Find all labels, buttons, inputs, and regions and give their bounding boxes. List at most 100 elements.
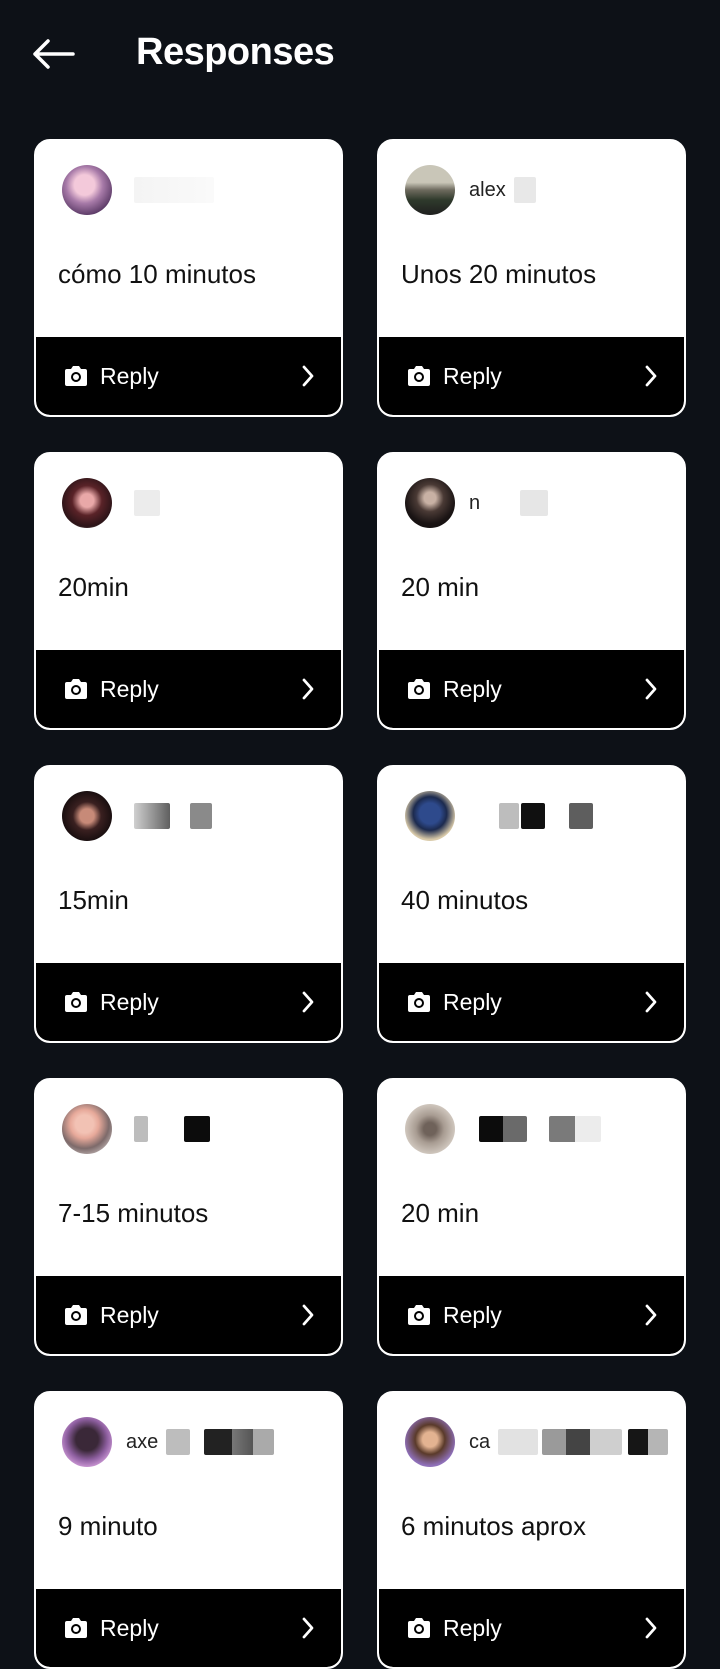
username[interactable]: axe [126, 1427, 275, 1457]
camera-icon [405, 1616, 433, 1640]
reply-label: Reply [443, 362, 502, 389]
response-author [405, 1102, 601, 1156]
redacted-name [549, 1116, 601, 1142]
response-card[interactable]: 15min Reply [34, 765, 343, 1043]
back-button[interactable] [28, 34, 78, 74]
reply-button[interactable]: Reply [379, 337, 684, 415]
redacted-name [499, 803, 519, 829]
chevron-right-icon [299, 1303, 317, 1327]
response-card[interactable]: 20min Reply [34, 452, 343, 730]
response-author [62, 789, 212, 843]
response-card[interactable]: ca 6 minutos aprox Reply [377, 1391, 686, 1669]
chevron-right-icon [642, 364, 660, 388]
camera-icon [405, 990, 433, 1014]
response-answer: 20min [58, 572, 129, 602]
camera-icon [62, 990, 90, 1014]
reply-button[interactable]: Reply [379, 1276, 684, 1354]
reply-button[interactable]: Reply [36, 337, 341, 415]
reply-button[interactable]: Reply [379, 1589, 684, 1667]
page-title: Responses [136, 31, 335, 73]
avatar[interactable] [405, 1417, 455, 1467]
username[interactable] [126, 1114, 210, 1144]
reply-button[interactable]: Reply [36, 1276, 341, 1354]
redacted-name [498, 1429, 539, 1455]
response-card[interactable]: 7-15 minutos Reply [34, 1078, 343, 1356]
response-author: axe [62, 1415, 275, 1469]
reply-button[interactable]: Reply [379, 650, 684, 728]
response-card[interactable]: 20 min Reply [377, 1078, 686, 1356]
reply-label: Reply [443, 988, 502, 1015]
redacted-name [204, 1429, 275, 1455]
avatar[interactable] [405, 478, 455, 528]
response-answer: 40 minutos [401, 885, 529, 915]
reply-button[interactable]: Reply [36, 1589, 341, 1667]
avatar[interactable] [62, 478, 112, 528]
header: Responses [0, 0, 720, 110]
avatar[interactable] [62, 165, 112, 215]
chevron-right-icon [299, 364, 317, 388]
response-card[interactable]: axe 9 minuto Reply [34, 1391, 343, 1669]
reply-label: Reply [443, 1301, 502, 1328]
username[interactable]: alex [469, 175, 536, 205]
response-answer: 7-15 minutos [58, 1198, 209, 1228]
response-card[interactable]: cómo 10 minutos Reply [34, 139, 343, 417]
camera-icon [405, 677, 433, 701]
redacted-name [134, 490, 160, 516]
username[interactable] [126, 175, 214, 205]
redacted-name [569, 803, 593, 829]
reply-label: Reply [443, 675, 502, 702]
reply-label: Reply [100, 1301, 159, 1328]
username[interactable]: ca [469, 1427, 669, 1457]
username[interactable] [469, 1114, 601, 1144]
chevron-right-icon [299, 990, 317, 1014]
response-author [62, 163, 214, 217]
redacted-name [166, 1429, 191, 1455]
response-author [405, 789, 593, 843]
response-card[interactable]: n 20 min Reply [377, 452, 686, 730]
username[interactable] [126, 488, 160, 518]
reply-label: Reply [100, 988, 159, 1015]
reply-button[interactable]: Reply [36, 963, 341, 1041]
camera-icon [62, 364, 90, 388]
chevron-right-icon [642, 1303, 660, 1327]
redacted-name [521, 803, 545, 829]
response-answer: cómo 10 minutos [58, 259, 256, 289]
redacted-name [134, 1116, 148, 1142]
response-answer: 20 min [401, 1198, 480, 1228]
avatar[interactable] [405, 1104, 455, 1154]
avatar[interactable] [62, 791, 112, 841]
camera-icon [405, 1303, 433, 1327]
response-author: n [405, 476, 549, 530]
avatar[interactable] [62, 1417, 112, 1467]
redacted-name [628, 1429, 669, 1455]
camera-icon [405, 364, 433, 388]
redacted-name [479, 1116, 527, 1142]
reply-label: Reply [443, 1614, 502, 1641]
username[interactable]: n [469, 488, 549, 518]
response-card[interactable]: 40 minutos Reply [377, 765, 686, 1043]
chevron-right-icon [642, 990, 660, 1014]
chevron-right-icon [642, 677, 660, 701]
username[interactable] [126, 801, 212, 831]
response-author [62, 476, 160, 530]
response-answer: 15min [58, 885, 129, 915]
redacted-name [134, 803, 170, 829]
response-answer: Unos 20 minutos [401, 259, 597, 289]
redacted-name [190, 803, 212, 829]
redacted-name [520, 490, 549, 516]
reply-label: Reply [100, 362, 159, 389]
response-author [62, 1102, 210, 1156]
username[interactable] [469, 801, 593, 831]
avatar[interactable] [405, 165, 455, 215]
response-author: alex [405, 163, 536, 217]
reply-button[interactable]: Reply [379, 963, 684, 1041]
response-card[interactable]: alex Unos 20 minutos Reply [377, 139, 686, 417]
reply-button[interactable]: Reply [36, 650, 341, 728]
camera-icon [62, 1303, 90, 1327]
camera-icon [62, 677, 90, 701]
avatar[interactable] [62, 1104, 112, 1154]
redacted-name [184, 1116, 210, 1142]
redacted-name [513, 177, 536, 203]
avatar[interactable] [405, 791, 455, 841]
chevron-right-icon [299, 677, 317, 701]
